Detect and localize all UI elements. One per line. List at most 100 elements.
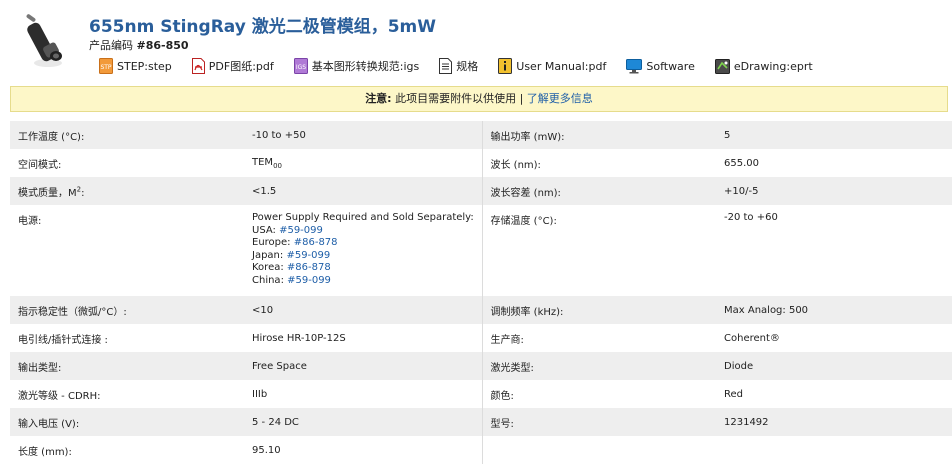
spec-value: Free Space [244, 352, 483, 380]
spec-value: +10/-5 [716, 177, 952, 205]
table-row: 电源: Power Supply Required and Sold Separ… [10, 205, 952, 296]
power-supply-link-korea[interactable]: #86-878 [287, 262, 331, 273]
product-code-value: #86-850 [136, 39, 189, 52]
spec-value: 1231492 [716, 408, 952, 436]
spec-value: <10 [244, 296, 483, 324]
spec-label: 输出类型: [10, 352, 244, 380]
download-pdf-drawing-label: PDF图纸:pdf [208, 60, 274, 73]
download-igs-label: 基本图形转换规范:igs [311, 60, 420, 73]
spec-value: IIIb [244, 380, 483, 408]
download-software-label: Software [646, 59, 695, 73]
svg-text:IGS: IGS [296, 64, 306, 71]
spec-label-main: 模式质量，M [18, 187, 77, 199]
spec-label: 电源: [18, 216, 42, 227]
power-region: Europe: [252, 237, 291, 249]
page-title: 655nm StingRay 激光二极管模组，5mW [89, 17, 437, 37]
spec-label: 输入电压 (V): [10, 408, 244, 436]
spec-label: 长度 (mm): [18, 446, 72, 458]
product-thumbnail [26, 14, 62, 67]
download-pdf-drawing[interactable]: PDF图纸:pdf [191, 58, 274, 74]
spec-label: 调制频率 (kHz): [482, 296, 716, 324]
spec-label-suffix: : [81, 187, 85, 199]
spec-label: 生产商: [490, 334, 524, 346]
spec-value: -20 to +60 [724, 212, 778, 223]
list-item: China: #59-099 [252, 275, 482, 288]
list-item: Europe: #86-878 [252, 237, 482, 250]
spec-label: 型号: [482, 408, 716, 436]
power-supply-link-usa[interactable]: #59-099 [279, 225, 323, 236]
download-step-label: STEP:step [117, 59, 172, 73]
svg-text:STP: STP [100, 64, 111, 71]
spec-label: 工作温度 (°C): [10, 121, 244, 149]
spec-label: 激光类型: [482, 352, 716, 380]
manual-icon [498, 58, 513, 74]
spec-value: TEM00 [244, 149, 483, 177]
edrawing-icon [714, 58, 730, 74]
spec-value: 655.00 [724, 157, 759, 169]
spec-label: 指示稳定性（微弧/°C）: [10, 296, 244, 324]
spec-label: 电引线/插针式连接 : [18, 334, 108, 346]
table-row: 指示稳定性（微弧/°C）: <10 调制频率 (kHz): Max Analog… [10, 296, 952, 324]
download-spec[interactable]: 规格 [439, 58, 478, 74]
power-supply-link-china[interactable]: #59-099 [287, 275, 331, 286]
spec-label: 模式质量，M2: [10, 177, 244, 205]
product-header: 655nm StingRay 激光二极管模组，5mW 产品编码 #86-850 … [0, 0, 952, 82]
spec-label: 输出功率 (mW): [482, 121, 716, 149]
spec-label: 存储温度 (°C): [490, 216, 557, 227]
spec-label: 波长 (nm): [490, 159, 541, 171]
power-supply-link-europe[interactable]: #86-878 [294, 237, 338, 248]
spec-value-empty [716, 436, 952, 464]
list-item: USA: #59-099 [252, 225, 482, 238]
spec-value: 5 - 24 DC [244, 408, 483, 436]
igs-file-icon: IGS [293, 58, 308, 74]
spec-label: 激光等级 - CDRH: [18, 390, 101, 402]
download-step[interactable]: STP STEP:step [99, 58, 172, 74]
power-region: USA: [252, 224, 276, 236]
power-region: China: [252, 274, 284, 286]
download-spec-label: 规格 [456, 60, 479, 73]
power-region: Korea: [252, 262, 284, 274]
step-file-icon: STP [99, 58, 113, 74]
download-user-manual-label: User Manual:pdf [516, 59, 607, 73]
spec-value: 95.10 [244, 436, 483, 464]
list-item: Japan: #59-099 [252, 250, 482, 263]
download-edrawing[interactable]: eDrawing:eprt [714, 58, 813, 74]
download-software[interactable]: Software [626, 58, 695, 74]
spec-value-subscript: 00 [273, 161, 282, 170]
learn-more-link[interactable]: 了解更多信息 [527, 92, 593, 105]
spec-value: Max Analog: 500 [716, 296, 952, 324]
monitor-icon [626, 58, 643, 73]
table-row: 输出类型: Free Space 激光类型: Diode [10, 352, 952, 380]
spec-value: <1.5 [244, 177, 483, 205]
spec-label-empty [482, 436, 716, 464]
spec-value: -10 to +50 [244, 121, 483, 149]
download-user-manual[interactable]: User Manual:pdf [498, 58, 606, 74]
product-code-label: 产品编码 [89, 39, 133, 52]
spec-value: Red [724, 388, 743, 400]
document-icon [439, 58, 453, 74]
table-row: 长度 (mm): 95.10 [10, 436, 952, 464]
accessory-notice: 注意: 此项目需要附件以供使用 | 了解更多信息 [10, 86, 948, 112]
spec-value-main: TEM [252, 156, 274, 168]
table-row: 工作温度 (°C): -10 to +50 输出功率 (mW): 5 [10, 121, 952, 149]
spec-label: 空间模式: [18, 159, 62, 171]
download-edrawing-label: eDrawing:eprt [733, 59, 813, 73]
pdf-file-icon [191, 58, 205, 74]
table-row: 模式质量，M2: <1.5 波长容差 (nm): +10/-5 [10, 177, 952, 205]
download-igs[interactable]: IGS 基本图形转换规范:igs [293, 58, 420, 74]
table-row: 电引线/插针式连接 : Hirose HR-10P-12S 生产商: Coher… [10, 324, 952, 352]
notice-text: 此项目需要附件以供使用 | [395, 92, 524, 105]
power-supply-link-japan[interactable]: #59-099 [286, 250, 330, 261]
specifications-table: 工作温度 (°C): -10 to +50 输出功率 (mW): 5 空间模式:… [10, 121, 952, 464]
product-code: 产品编码 #86-850 [89, 37, 189, 53]
spec-value: Diode [716, 352, 952, 380]
power-supply-list: Power Supply Required and Sold Separatel… [244, 205, 483, 296]
download-links: STP STEP:step PDF图纸:pdf IGS 基本图形转换规范:igs… [99, 58, 833, 74]
table-row: 空间模式: TEM00 波长 (nm): 655.00 [10, 149, 952, 177]
list-item: Korea: #86-878 [252, 262, 482, 275]
table-row: 输入电压 (V): 5 - 24 DC 型号: 1231492 [10, 408, 952, 436]
spec-value: 5 [716, 121, 952, 149]
spec-value: Coherent® [724, 332, 780, 344]
power-region: Japan: [252, 249, 284, 261]
spec-label: 波长容差 (nm): [482, 177, 716, 205]
